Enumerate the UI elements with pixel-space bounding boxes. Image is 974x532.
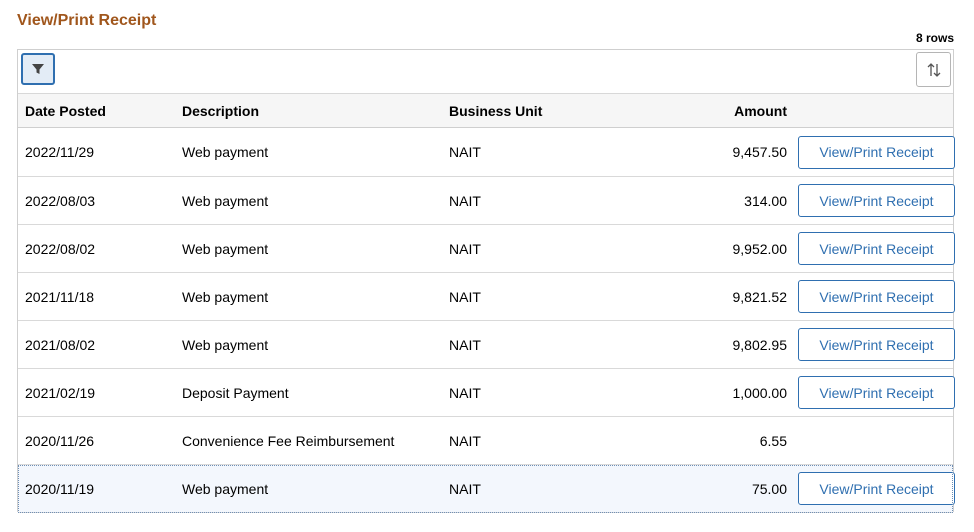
amount-cell: 9,802.95 [639,320,796,369]
date-cell: 2022/08/02 [18,224,182,273]
description-cell: Web payment [182,320,449,369]
receipts-table: Date Posted Description Business Unit Am… [18,94,955,513]
action-cell: View/Print Receipt [796,127,955,177]
column-header-business-unit[interactable]: Business Unit [449,94,639,128]
column-header-description[interactable]: Description [182,94,449,128]
action-cell [796,416,953,465]
business-unit-cell: NAIT [449,176,639,225]
view-print-receipt-button[interactable]: View/Print Receipt [798,135,955,169]
sort-button[interactable] [916,52,951,87]
action-cell: View/Print Receipt [796,224,955,273]
amount-cell: 314.00 [639,176,796,225]
date-cell: 2021/02/19 [18,368,182,417]
table-row[interactable]: 2021/11/18 Web payment NAIT 9,821.52 View/Pr… [18,272,955,321]
business-unit-cell: NAIT [449,127,639,177]
table-header-row: Date Posted Description Business Unit Am… [18,94,953,128]
table-row[interactable]: 2021/08/02 Web payment NAIT 9,802.95 View/Pr… [18,320,955,369]
row-count: 8 rows [915,31,954,45]
grid-toolbar [18,50,953,94]
view-print-receipt-button[interactable]: View/Print Receipt [798,232,955,265]
filter-button[interactable] [21,53,55,85]
amount-cell: 6.55 [639,416,796,465]
view-print-receipt-button[interactable]: View/Print Receipt [798,280,955,313]
business-unit-cell: NAIT [449,320,639,369]
view-print-receipt-button[interactable]: View/Print Receipt [798,328,955,361]
filter-funnel-icon [32,64,44,74]
date-cell: 2020/11/26 [18,416,182,465]
page-title: View/Print Receipt [17,12,157,29]
description-cell: Web payment [182,176,449,225]
amount-cell: 1,000.00 [639,368,796,417]
table-row[interactable]: 2020/11/19 Web payment NAIT 75.00 View/Print… [18,464,955,513]
table-row[interactable]: 2022/08/03 Web payment NAIT 314.00 View/Prin… [18,176,955,225]
business-unit-cell: NAIT [449,224,639,273]
table-row[interactable]: 2021/02/19 Deposit Payment NAIT 1,000.00 Vie… [18,368,955,417]
description-cell: Deposit Payment [182,368,449,417]
description-cell: Web payment [182,272,449,321]
action-cell: View/Print Receipt [796,464,955,513]
amount-cell: 9,952.00 [639,224,796,273]
amount-cell: 9,821.52 [639,272,796,321]
amount-cell: 75.00 [639,464,796,513]
action-cell: View/Print Receipt [796,272,955,321]
table-row[interactable]: 2020/11/26 Convenience Fee Reimbursement N… [18,416,953,465]
business-unit-cell: NAIT [449,368,639,417]
column-header-date[interactable]: Date Posted [18,94,182,128]
table-row[interactable]: 2022/08/02 Web payment NAIT 9,952.00 View/Pr… [18,224,955,273]
action-cell: View/Print Receipt [796,368,955,417]
description-cell: Web payment [182,224,449,273]
column-header-amount[interactable]: Amount [639,94,796,128]
date-cell: 2020/11/19 [18,464,182,513]
action-cell: View/Print Receipt [796,176,955,225]
sort-arrows-icon [927,62,940,77]
receipts-grid: Date Posted Description Business Unit Am… [17,49,955,513]
column-header-action [796,94,953,128]
business-unit-cell: NAIT [449,416,639,465]
business-unit-cell: NAIT [449,272,639,321]
description-cell: Convenience Fee Reimbursement [182,416,449,465]
view-print-receipt-button[interactable]: View/Print Receipt [798,472,955,505]
table-row[interactable]: 2022/11/29 Web payment NAIT 9,457.50 View/Pr… [18,127,955,177]
action-cell: View/Print Receipt [796,320,955,369]
description-cell: Web payment [182,127,449,177]
view-print-receipt-button[interactable]: View/Print Receipt [798,376,955,409]
date-cell: 2021/11/18 [18,272,182,321]
date-cell: 2022/11/29 [18,127,182,177]
date-cell: 2021/08/02 [18,320,182,369]
description-cell: Web payment [182,464,449,513]
business-unit-cell: NAIT [449,464,639,513]
amount-cell: 9,457.50 [639,127,796,177]
table-body: 2022/11/29 Web payment NAIT 9,457.50 View/Pr… [18,127,955,513]
date-cell: 2022/08/03 [18,176,182,225]
view-print-receipt-button[interactable]: View/Print Receipt [798,184,955,217]
